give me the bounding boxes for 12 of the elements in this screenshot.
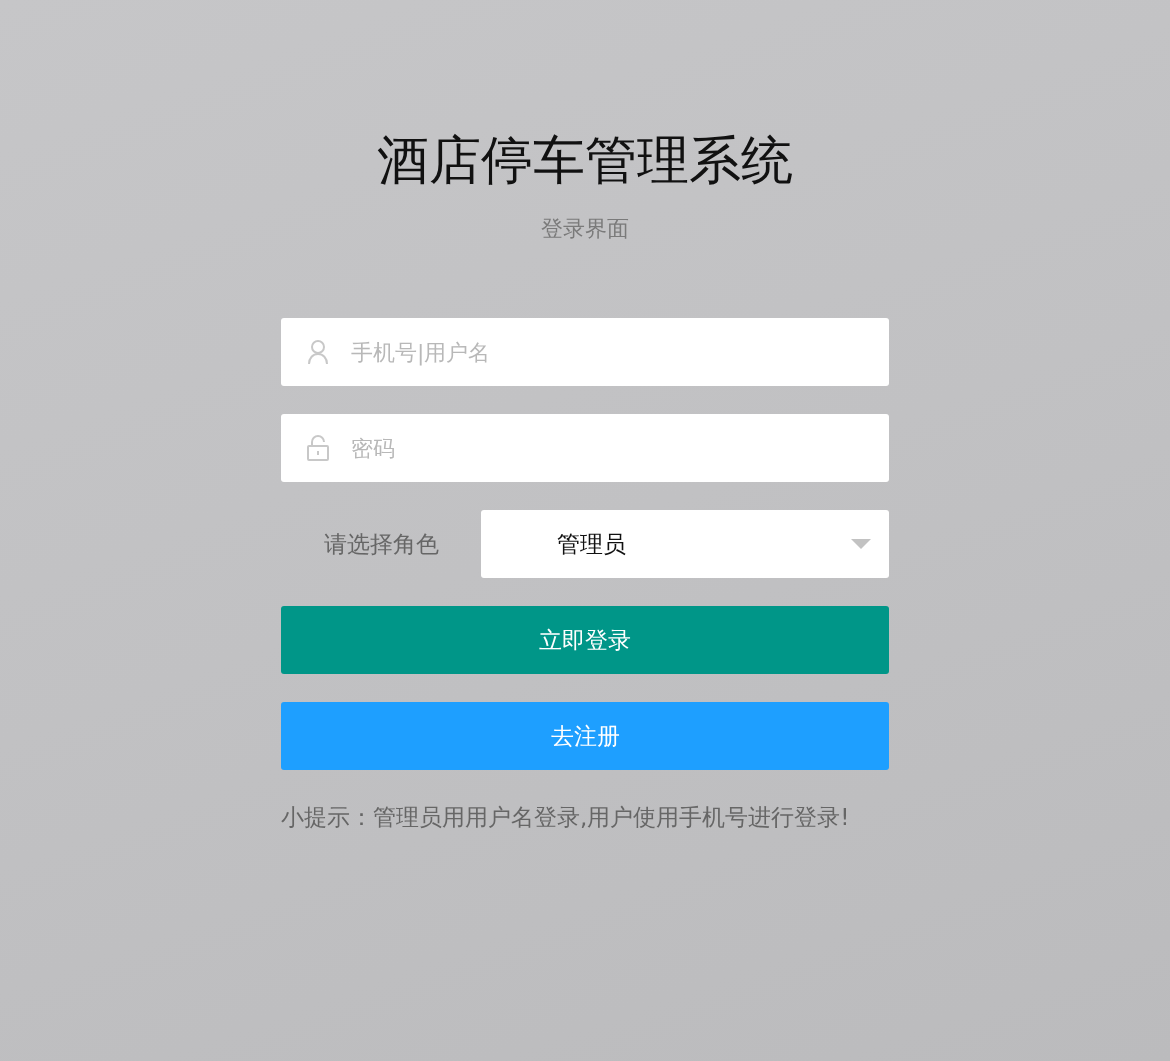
username-field[interactable]: 手机号|用户名 xyxy=(281,318,889,386)
register-button[interactable]: 去注册 xyxy=(281,702,889,770)
password-field[interactable]: 密码 xyxy=(281,414,889,482)
lock-icon xyxy=(307,435,329,461)
role-label: 请选择角色 xyxy=(322,529,440,559)
caret-icon xyxy=(851,539,871,549)
role-select[interactable]: 管理员 xyxy=(481,510,889,578)
user-icon xyxy=(307,339,329,365)
hint-text: 小提示：管理员用用户名登录,用户使用手机号进行登录! xyxy=(281,803,851,832)
app-title: 酒店停车管理系统 xyxy=(377,129,793,192)
page-subtitle: 登录界面 xyxy=(541,215,629,243)
login-button[interactable]: 立即登录 xyxy=(281,606,889,674)
